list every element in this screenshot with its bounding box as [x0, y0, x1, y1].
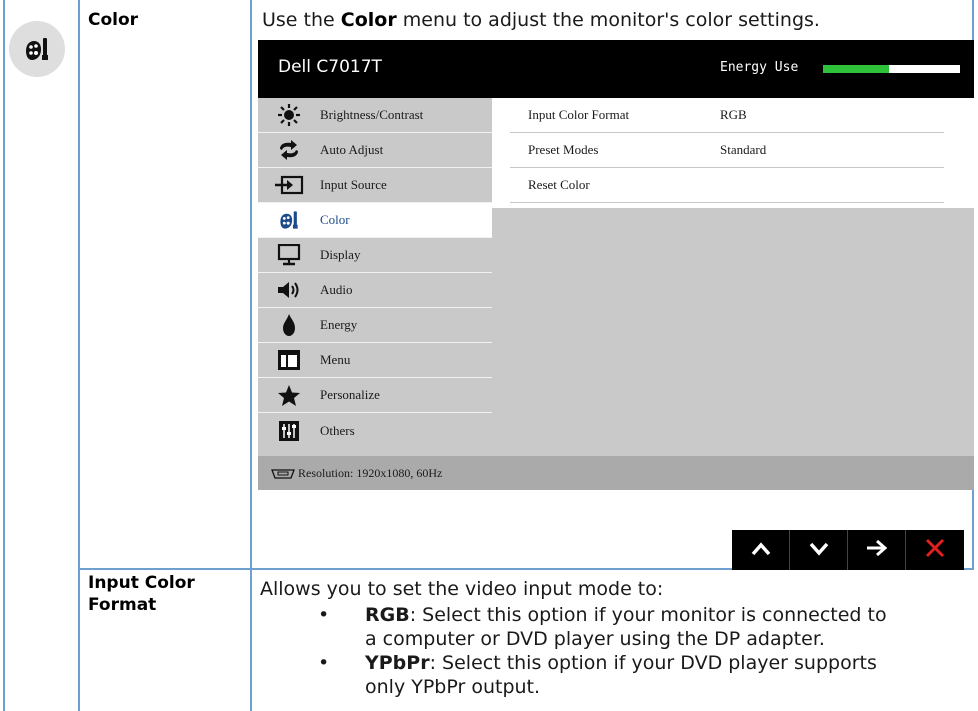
up-arrow-icon	[751, 541, 771, 560]
right-button[interactable]	[848, 530, 906, 570]
intro-text-post: menu to adjust the monitor's color setti…	[396, 9, 820, 31]
resolution-text: Resolution: 1920x1080, 60Hz	[298, 466, 443, 480]
osd-screenshot: Dell C7017T Energy Use Brightness/Contra…	[258, 40, 974, 490]
down-button[interactable]	[790, 530, 848, 570]
intro-text-bold: Color	[340, 9, 397, 31]
osd-nav-buttons	[732, 530, 964, 570]
table-border-icon-col	[78, 0, 80, 711]
option-rgb: • RGB: Select this option if your monito…	[318, 603, 968, 651]
setting-row-preset-modes[interactable]: Preset Modes Standard	[510, 133, 944, 168]
down-arrow-icon	[809, 541, 829, 560]
setting-row-input-color-format[interactable]: Input Color Format RGB	[510, 98, 944, 133]
menu-item-label: Menu	[320, 352, 351, 367]
menu-item-brightness-contrast[interactable]: Brightness/Contrast	[258, 98, 492, 133]
close-icon	[925, 538, 945, 562]
menu-item-label: Personalize	[320, 387, 380, 402]
right-arrow-icon	[866, 539, 888, 561]
brightness-icon	[274, 102, 304, 128]
setting-value: RGB	[720, 107, 747, 122]
menu-item-label: Color	[320, 212, 350, 227]
menu-icon	[274, 347, 304, 373]
setting-name: Preset Modes	[528, 142, 599, 157]
color-section-label: Color	[88, 10, 139, 30]
osd-settings-panel: Input Color Format RGB Preset Modes Stan…	[492, 98, 974, 456]
option-desc: : Select this option if your DVD player …	[429, 652, 877, 674]
osd-menu: Brightness/Contrast Auto Adjust Input So…	[258, 98, 492, 456]
option-list: • RGB: Select this option if your monito…	[318, 603, 968, 699]
option-ypbpr: • YPbPr: Select this option if your DVD …	[318, 651, 968, 699]
menu-item-input-source[interactable]: Input Source	[258, 168, 492, 203]
input-color-format-intro: Allows you to set the video input mode t…	[260, 578, 664, 600]
exit-button[interactable]	[906, 530, 964, 570]
option-name: YPbPr	[365, 652, 430, 674]
label-line-2: Format	[88, 595, 157, 615]
option-desc-cont: a computer or DVD player using the DP ad…	[365, 628, 825, 650]
option-desc: : Select this option if your monitor is …	[409, 604, 887, 626]
menu-item-auto-adjust[interactable]: Auto Adjust	[258, 133, 492, 168]
menu-item-color[interactable]: Color	[258, 203, 492, 238]
color-icon	[274, 207, 304, 233]
menu-item-label: Display	[320, 247, 361, 262]
menu-item-display[interactable]: Display	[258, 238, 492, 273]
setting-value: Standard	[720, 142, 767, 157]
audio-icon	[274, 277, 304, 303]
energy-use-fill	[823, 65, 889, 73]
up-button[interactable]	[732, 530, 790, 570]
energy-use-label: Energy Use	[720, 60, 799, 75]
star-icon	[274, 382, 304, 408]
bullet: •	[318, 652, 330, 674]
input-color-format-label: Input Color Format	[88, 572, 195, 616]
energy-use-bar	[823, 65, 960, 73]
osd-title-bar: Dell C7017T Energy Use	[258, 40, 974, 98]
bullet: •	[318, 604, 330, 626]
menu-item-audio[interactable]: Audio	[258, 273, 492, 308]
energy-icon	[274, 312, 304, 338]
menu-item-label: Others	[320, 422, 355, 438]
menu-item-label: Energy	[320, 317, 358, 332]
auto-adjust-icon	[274, 137, 304, 163]
input-source-icon	[274, 172, 304, 198]
option-name: RGB	[365, 604, 410, 626]
color-section-icon	[9, 21, 65, 77]
menu-item-others[interactable]: Others	[258, 413, 492, 448]
table-border-label-col	[250, 0, 252, 711]
others-icon	[274, 418, 304, 444]
menu-item-energy[interactable]: Energy	[258, 308, 492, 343]
menu-item-label: Audio	[320, 282, 353, 297]
label-line-1: Input Color	[88, 573, 195, 593]
option-desc-cont: only YPbPr output.	[365, 676, 541, 698]
intro-text-pre: Use the	[262, 9, 341, 31]
display-icon	[274, 242, 304, 268]
table-border-left	[3, 0, 5, 711]
menu-item-label: Brightness/Contrast	[320, 107, 424, 122]
menu-item-label: Input Source	[320, 177, 387, 192]
menu-item-personalize[interactable]: Personalize	[258, 378, 492, 413]
setting-name: Input Color Format	[528, 107, 630, 122]
color-section-intro: Use the Color menu to adjust the monitor…	[262, 8, 820, 32]
setting-name: Reset Color	[528, 177, 590, 192]
setting-row-reset-color[interactable]: Reset Color	[510, 168, 944, 203]
menu-item-menu[interactable]: Menu	[258, 343, 492, 378]
menu-item-label: Auto Adjust	[320, 142, 384, 157]
osd-brand: Dell C7017T	[278, 57, 382, 77]
resolution-icon	[270, 466, 296, 485]
osd-status-bar: Resolution: 1920x1080, 60Hz	[258, 456, 974, 490]
